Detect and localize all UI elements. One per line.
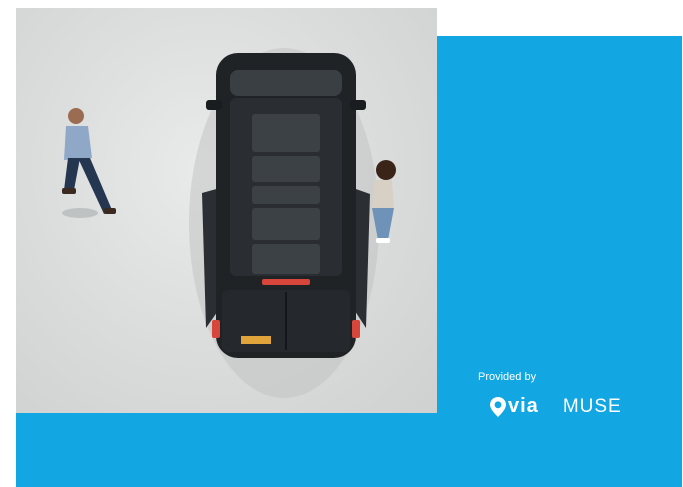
- location-pin-icon: [490, 396, 506, 417]
- muse-logo: MUSE: [562, 395, 622, 417]
- van-scene-illustration: [62, 48, 396, 398]
- blue-panel-bottom: [16, 411, 682, 487]
- via-logo-text: via: [508, 395, 539, 417]
- via-logo: via: [490, 395, 539, 418]
- blue-panel-right: [437, 36, 682, 416]
- hero-photo: [16, 8, 437, 413]
- provided-by-label: Provided by: [478, 371, 537, 383]
- partner-logos: via MUSE: [490, 395, 622, 418]
